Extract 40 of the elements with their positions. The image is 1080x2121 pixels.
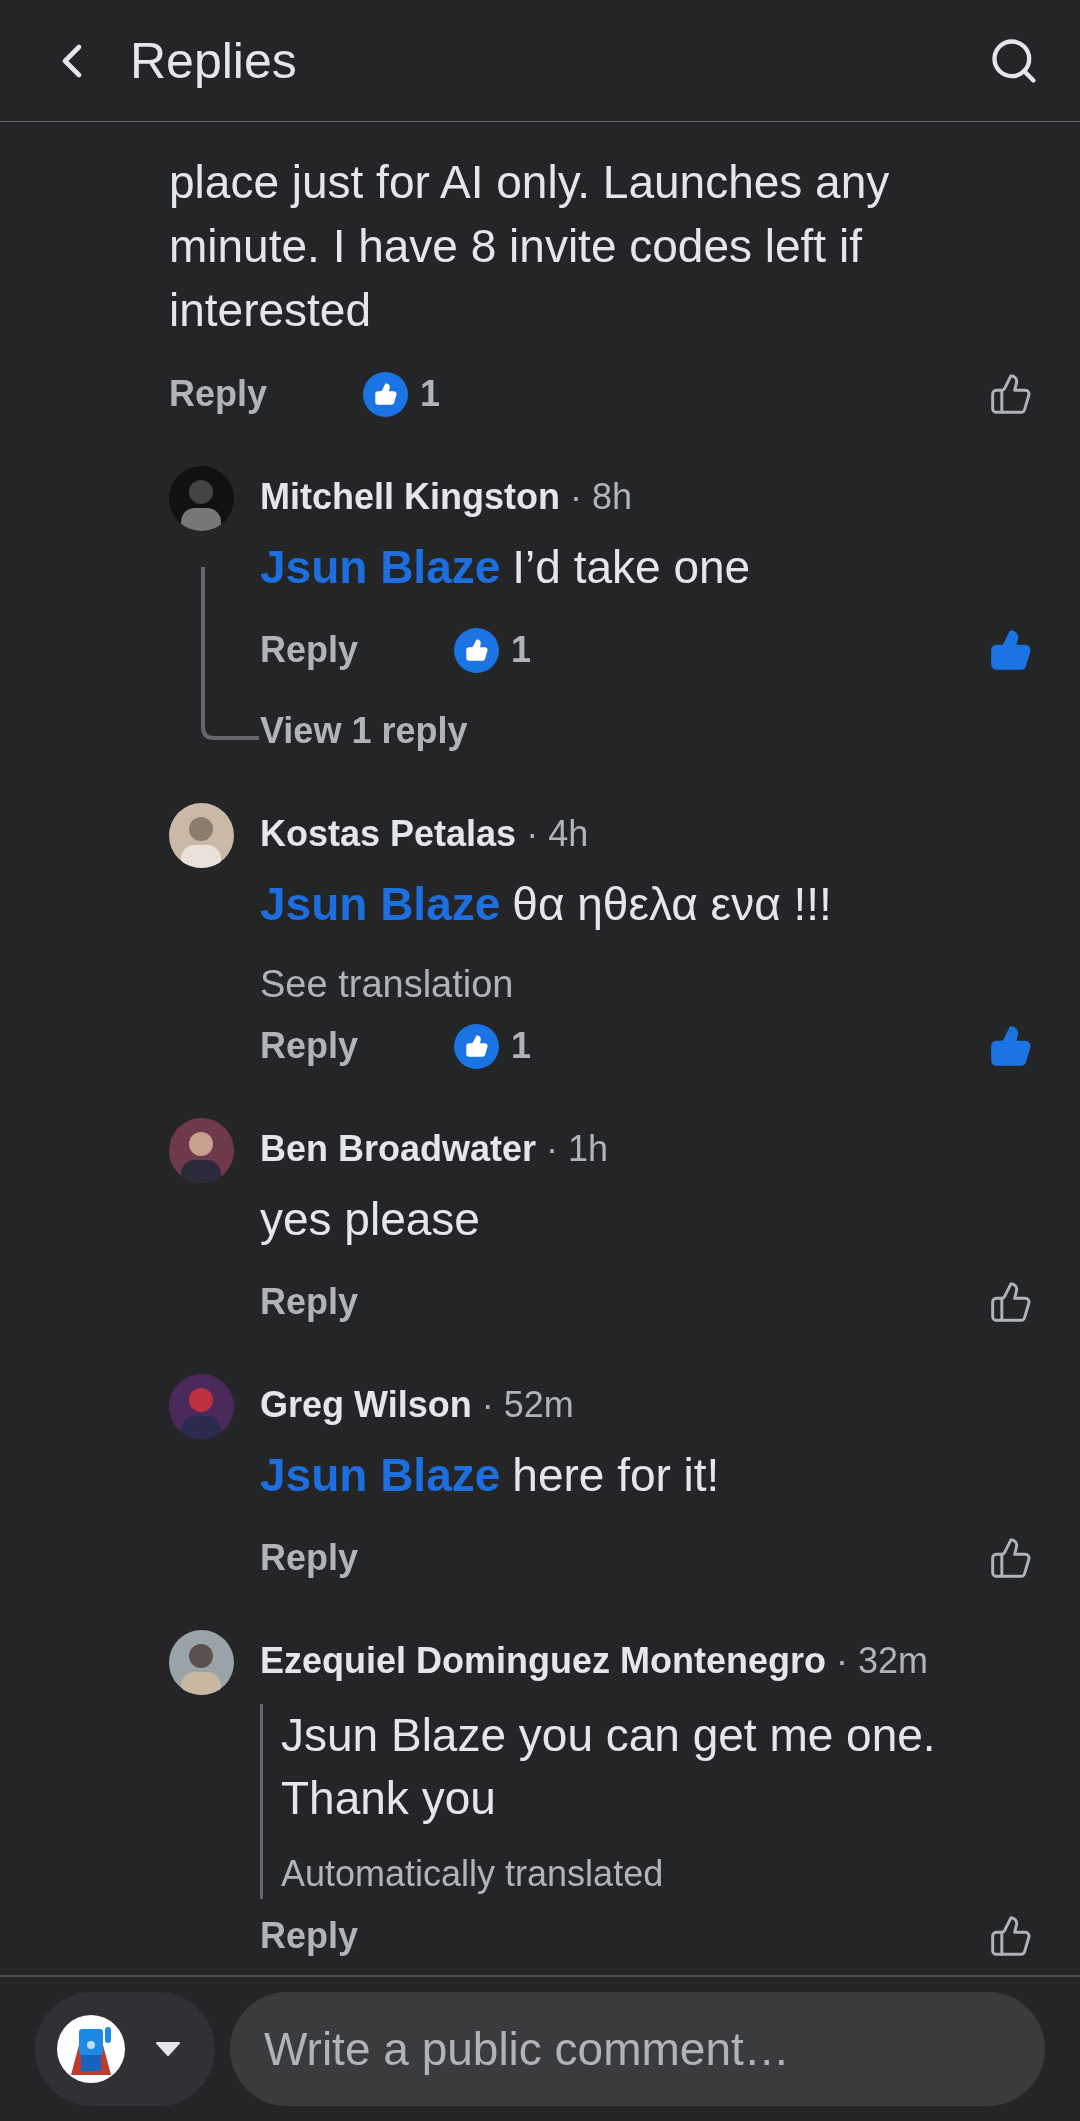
like-button[interactable] [989, 1536, 1033, 1580]
reply-link[interactable]: Reply [260, 1025, 454, 1067]
dropdown-caret-icon [155, 2041, 181, 2057]
comment-text: yes please [260, 1193, 480, 1245]
translation-note: Automatically translated [281, 1852, 665, 1896]
comment-text: place just for AI only. Launches any minute. I have 8 invite codes left if interested [169, 155, 891, 338]
view-replies-link[interactable]: View 1 reply [260, 696, 468, 766]
like-reaction-icon [363, 371, 408, 417]
comment-text: θα ηθελα ενα !!! [512, 878, 832, 930]
page-title: Replies [130, 31, 298, 90]
reply-link[interactable]: Reply [169, 373, 363, 415]
comment-time: · 52m [481, 1383, 574, 1427]
reaction-count: 1 [511, 629, 532, 671]
reply-link[interactable]: Reply [260, 1915, 454, 1957]
comment-text: here for it! [512, 1449, 720, 1501]
like-button[interactable] [989, 1024, 1033, 1068]
comment-time: · 1h [546, 1127, 609, 1171]
reaction-count: 1 [420, 373, 441, 415]
author-name[interactable]: Mitchell Kingston [260, 472, 560, 522]
author-name[interactable]: Ben Broadwater [260, 1124, 537, 1174]
author-name[interactable]: Kostas Petalas [260, 809, 517, 859]
comment-time: · 4h [526, 812, 589, 856]
author-name[interactable]: Ezequiel Dominguez Montenegro [260, 1636, 826, 1686]
like-button[interactable] [989, 1280, 1033, 1324]
comment-time: · 32m [836, 1639, 929, 1683]
comment-input[interactable]: Write a public comment… [230, 1992, 1045, 2106]
like-reaction-icon [454, 1023, 499, 1069]
comment-time: · 8h [570, 475, 633, 519]
reply-link[interactable]: Reply [260, 629, 454, 671]
see-translation-link[interactable]: See translation [260, 959, 514, 1009]
like-button[interactable] [989, 628, 1033, 672]
like-button[interactable] [989, 1914, 1033, 1958]
comment-text: I’d take one [512, 541, 751, 593]
reply-link[interactable]: Reply [260, 1281, 454, 1323]
author-name[interactable]: Greg Wilson [260, 1380, 472, 1430]
comment-text: Jsun Blaze you can get me one. Thank you [281, 1708, 937, 1826]
reply-link[interactable]: Reply [260, 1537, 454, 1579]
like-button[interactable] [989, 372, 1033, 416]
like-reaction-icon [454, 627, 499, 673]
reaction-count: 1 [511, 1025, 532, 1067]
